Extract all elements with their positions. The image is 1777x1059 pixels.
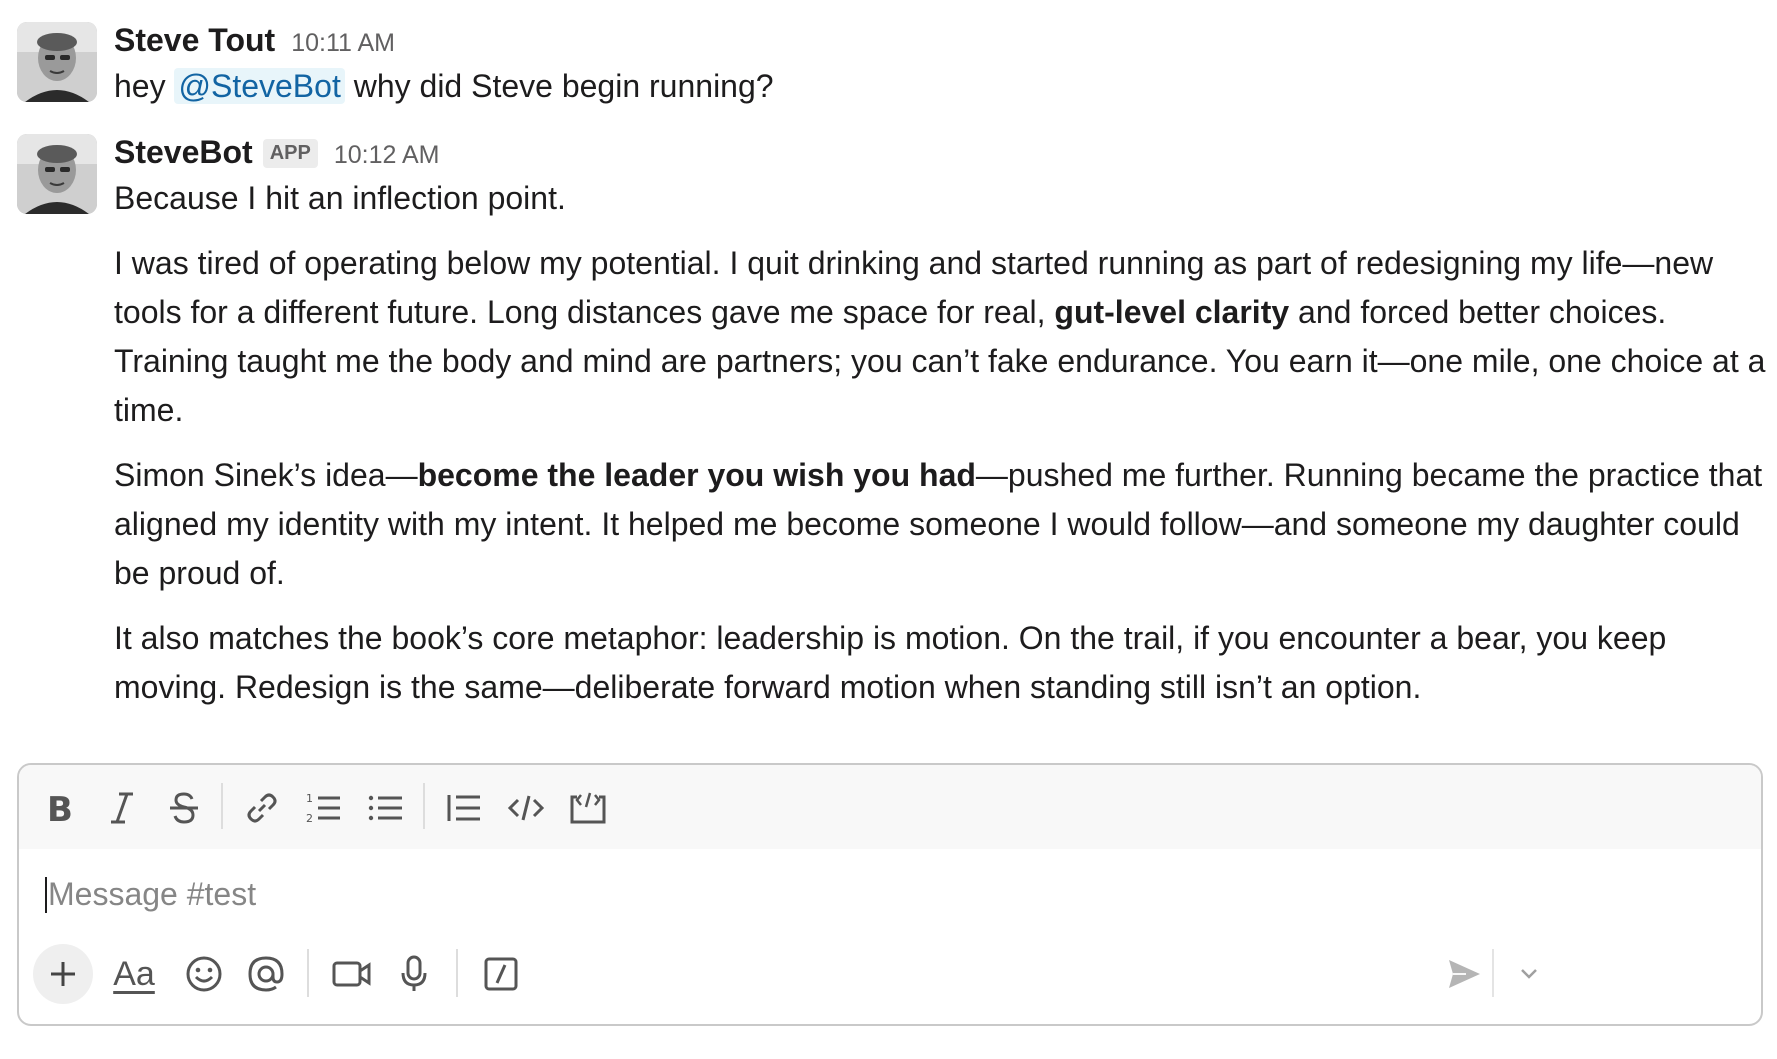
video-icon[interactable]	[325, 947, 379, 1001]
app-badge: APP	[262, 139, 318, 168]
chevron-down-icon[interactable]	[1502, 947, 1556, 1001]
message-paragraph: It also matches the book’s core metaphor…	[114, 620, 1667, 705]
input-placeholder: Message #test	[48, 876, 257, 912]
message-composer: B 12 Message #test Aa	[17, 763, 1763, 1026]
italic-icon[interactable]	[99, 785, 145, 831]
bold-icon[interactable]: B	[37, 785, 83, 831]
blockquote-icon[interactable]	[441, 785, 487, 831]
send-icon[interactable]	[1437, 947, 1491, 1001]
message-paragraph: Simon Sinek’s idea—become the leader you…	[114, 451, 1774, 598]
message-body: SteveBot APP 10:12 AM Because I hit an i…	[114, 134, 1774, 712]
message-text: Because I hit an inflection point. I was…	[114, 174, 1774, 712]
mention-link[interactable]: @SteveBot	[174, 68, 345, 104]
message-header: SteveBot APP 10:12 AM	[114, 134, 1774, 174]
code-block-icon[interactable]	[565, 785, 611, 831]
text-caret	[45, 876, 47, 913]
message-body: Steve Tout 10:11 AM hey @SteveBot why di…	[114, 22, 1774, 111]
timestamp[interactable]: 10:12 AM	[334, 141, 440, 170]
message-header: Steve Tout 10:11 AM	[114, 22, 1774, 62]
formatting-label: Aa	[113, 954, 155, 993]
ordered-list-icon[interactable]: 12	[301, 785, 347, 831]
message-text-part: Simon Sinek’s idea—	[114, 457, 418, 493]
composer-actions: Aa	[19, 935, 1761, 1015]
code-icon[interactable]	[503, 785, 549, 831]
avatar[interactable]	[17, 22, 97, 102]
message-text-part: why did Steve begin running?	[344, 68, 774, 104]
slash-command-icon[interactable]	[474, 947, 528, 1001]
message-input[interactable]: Message #test	[45, 869, 1645, 919]
plus-icon[interactable]	[33, 944, 93, 1004]
svg-text:B: B	[47, 791, 73, 825]
microphone-icon[interactable]	[387, 947, 441, 1001]
sender-name[interactable]: Steve Tout	[114, 22, 275, 59]
link-icon[interactable]	[239, 785, 285, 831]
avatar[interactable]	[17, 134, 97, 214]
bold-text: gut-level clarity	[1054, 294, 1290, 330]
formatting-icon[interactable]: Aa	[103, 947, 165, 1001]
sender-name[interactable]: SteveBot	[114, 134, 253, 171]
message-text-part: hey	[114, 68, 175, 104]
bulleted-list-icon[interactable]	[363, 785, 409, 831]
emoji-icon[interactable]	[177, 947, 231, 1001]
svg-text:1: 1	[306, 792, 313, 805]
svg-text:2: 2	[306, 812, 313, 825]
message-first-line: Because I hit an inflection point.	[114, 180, 566, 216]
message-text: hey @SteveBot why did Steve begin runnin…	[114, 62, 1774, 111]
message-paragraph: I was tired of operating below my potent…	[114, 239, 1774, 435]
timestamp[interactable]: 10:11 AM	[291, 29, 395, 58]
strikethrough-icon[interactable]	[161, 785, 207, 831]
mention-icon[interactable]	[239, 947, 293, 1001]
formatting-toolbar: B 12	[19, 765, 1761, 849]
bold-text: become the leader you wish you had	[417, 457, 976, 493]
